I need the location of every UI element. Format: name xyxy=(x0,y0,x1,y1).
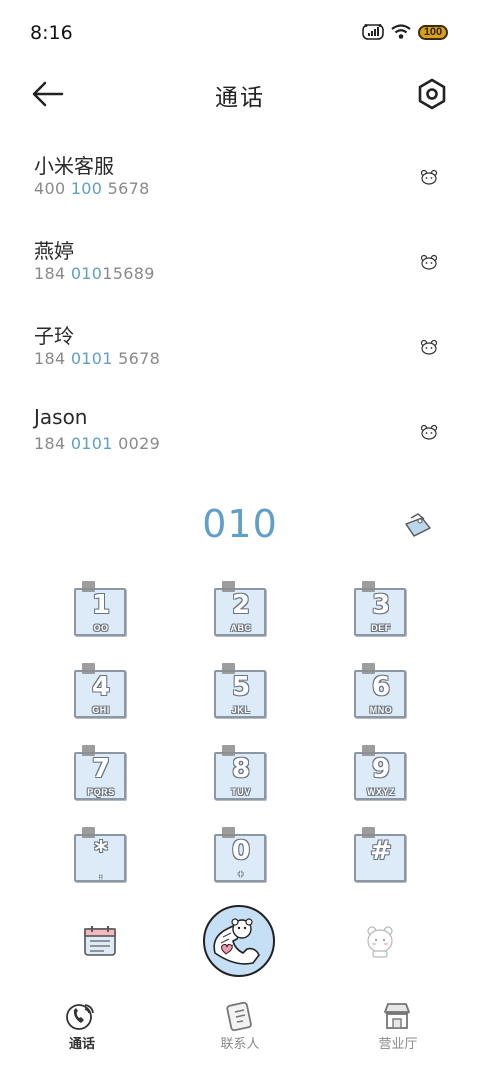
key-5[interactable]: 5 JKL xyxy=(214,663,268,718)
nav-contacts-label: 联系人 xyxy=(220,1037,260,1052)
bear-face-icon[interactable] xyxy=(420,339,438,355)
key-9[interactable]: 9 WXYZ xyxy=(354,745,408,800)
key-letters: ABC xyxy=(230,623,252,633)
key-letters: PQRS xyxy=(87,787,115,797)
action-row xyxy=(0,905,480,985)
bear-face-icon[interactable] xyxy=(420,169,438,185)
key-letters: TUV xyxy=(231,787,251,797)
result-row[interactable]: Jason 184 0101 0029 xyxy=(0,395,480,480)
key-letters: GHI xyxy=(92,705,110,715)
key-letters: OO xyxy=(93,623,109,633)
status-bar: 8:16 100 xyxy=(0,0,480,64)
key-letters: DEF xyxy=(371,623,391,633)
contact-name: Jason xyxy=(34,405,88,429)
contact-number: 400 100 5678 xyxy=(34,179,150,198)
nav-calls[interactable]: 通话 xyxy=(27,996,137,1056)
key-hash[interactable]: # xyxy=(354,827,408,882)
page-title: 通话 xyxy=(215,85,265,111)
contact-number: 184 01015689 xyxy=(34,264,155,283)
bear-face-icon[interactable] xyxy=(420,254,438,270)
nav-store-label: 营业厅 xyxy=(378,1037,418,1052)
nav-contacts[interactable]: 联系人 xyxy=(185,996,295,1056)
key-1[interactable]: 1 OO xyxy=(74,581,128,636)
key-letters: JKL xyxy=(231,705,251,715)
calendar-icon[interactable] xyxy=(82,923,118,959)
key-digit: 6 xyxy=(371,672,391,702)
call-bear-icon xyxy=(213,918,260,965)
contact-number: 184 0101 5678 xyxy=(34,349,161,368)
key-star[interactable]: * , xyxy=(74,827,128,882)
key-3[interactable]: 3 DEF xyxy=(354,581,408,636)
signal-icon xyxy=(362,24,384,40)
key-letters: MNO xyxy=(369,705,393,715)
wifi-icon xyxy=(391,24,411,39)
bear-sticker-icon[interactable] xyxy=(363,922,397,958)
contact-name: 子玲 xyxy=(34,324,74,348)
result-row[interactable]: 子玲 184 0101 5678 xyxy=(0,310,480,395)
store-icon xyxy=(384,1003,410,1029)
status-icons: 100 xyxy=(362,24,448,40)
search-results: 小米客服 400 100 5678 燕婷 184 01015689 子玲 184… xyxy=(0,140,480,480)
key-digit: 4 xyxy=(91,672,111,702)
result-row[interactable]: 小米客服 400 100 5678 xyxy=(0,140,480,225)
delete-icon[interactable] xyxy=(402,512,434,540)
status-time: 8:16 xyxy=(30,22,73,44)
contact-number: 184 0101 0029 xyxy=(34,434,161,453)
top-bar: 通话 xyxy=(0,64,480,128)
key-7[interactable]: 7 PQRS xyxy=(74,745,128,800)
key-digit: 3 xyxy=(371,590,391,620)
key-digit: * xyxy=(94,836,108,866)
key-8[interactable]: 8 TUV xyxy=(214,745,268,800)
key-digit: 1 xyxy=(91,590,111,620)
settings-icon[interactable] xyxy=(416,77,448,111)
key-digit: # xyxy=(370,836,392,866)
key-digit: 5 xyxy=(231,672,251,702)
key-digit: 2 xyxy=(231,590,251,620)
call-icon xyxy=(66,1004,94,1030)
key-2[interactable]: 2 ABC xyxy=(214,581,268,636)
bear-face-icon[interactable] xyxy=(420,424,438,440)
bottom-nav: 通话 联系人 营业厅 xyxy=(0,996,480,1067)
key-letters: + xyxy=(238,869,244,879)
key-letters: , xyxy=(99,869,103,879)
key-0[interactable]: 0 + xyxy=(214,827,268,882)
key-digit: 0 xyxy=(231,836,251,866)
nav-store[interactable]: 营业厅 xyxy=(343,996,453,1056)
contacts-icon xyxy=(226,1001,252,1032)
contact-name: 小米客服 xyxy=(34,154,114,178)
key-6[interactable]: 6 MNO xyxy=(354,663,408,718)
battery-indicator: 100 xyxy=(418,24,448,40)
key-letters: WXYZ xyxy=(367,787,395,797)
key-digit: 7 xyxy=(91,754,111,784)
nav-calls-label: 通话 xyxy=(68,1037,95,1052)
call-button[interactable] xyxy=(203,905,275,977)
key-digit: 9 xyxy=(371,754,391,784)
result-row[interactable]: 燕婷 184 01015689 xyxy=(0,225,480,310)
key-4[interactable]: 4 GHI xyxy=(74,663,128,718)
key-digit: 8 xyxy=(231,754,251,784)
contact-name: 燕婷 xyxy=(34,239,74,263)
